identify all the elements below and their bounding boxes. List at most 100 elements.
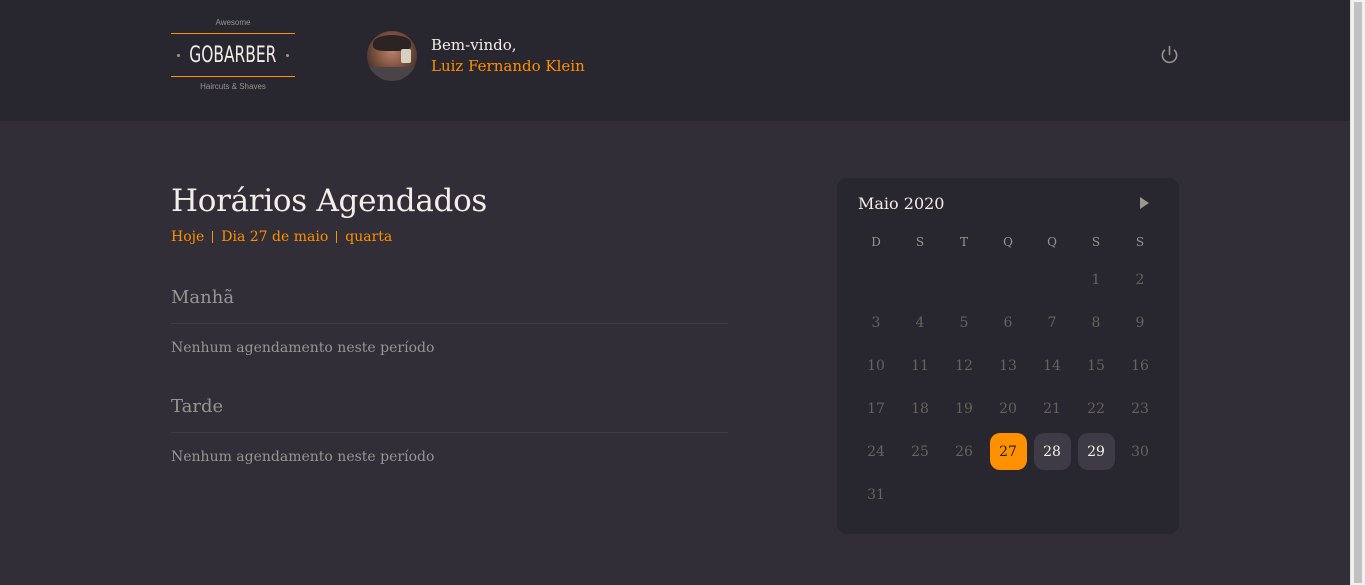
date-separator [336, 231, 338, 243]
power-icon[interactable] [1160, 45, 1179, 64]
welcome-text: Bem-vindo, [431, 36, 517, 54]
calendar-day-label: 7 [1047, 314, 1057, 331]
calendar-day[interactable]: 10 [854, 344, 898, 387]
calendar-day[interactable]: 3 [854, 301, 898, 344]
calendar-day[interactable]: 27 [986, 430, 1030, 473]
calendar-day[interactable]: 7 [1030, 301, 1074, 344]
calendar-day[interactable]: 20 [986, 387, 1030, 430]
calendar-empty-cell [1030, 473, 1074, 516]
logo-dot [286, 54, 289, 57]
calendar-empty [902, 476, 939, 513]
weekday-label: Q [1003, 235, 1013, 249]
avatar-shirt [367, 67, 417, 81]
weekday-label: S [1135, 235, 1145, 249]
calendar-month-label: Maio 2020 [858, 194, 945, 213]
calendar-empty-cell [942, 473, 986, 516]
calendar-day[interactable]: 6 [986, 301, 1030, 344]
calendar-day-label: 26 [955, 443, 973, 460]
calendar-day[interactable]: 23 [1118, 387, 1162, 430]
calendar-day-label: 8 [1091, 314, 1101, 331]
scrollbar[interactable] [1350, 0, 1365, 585]
calendar-day-label: 9 [1135, 314, 1145, 331]
calendar-day[interactable]: 8 [1074, 301, 1118, 344]
calendar-empty-cell [986, 473, 1030, 516]
calendar-empty-cell [1030, 258, 1074, 301]
calendar-empty [946, 261, 983, 298]
calendar-day[interactable]: 24 [854, 430, 898, 473]
calendar-day-label: 16 [1131, 357, 1149, 374]
calendar-day-label: 4 [915, 314, 925, 331]
calendar-week: 31 [854, 473, 1162, 516]
profile-link[interactable]: Luiz Fernando Klein [431, 56, 585, 77]
calendar-day[interactable]: 21 [1030, 387, 1074, 430]
calendar-weekdays: DSTQQSS [854, 235, 1162, 249]
calendar-empty [1034, 476, 1071, 513]
date-weekday: quarta [345, 229, 393, 245]
calendar-empty-cell [898, 473, 942, 516]
calendar-day-label: 5 [959, 314, 969, 331]
calendar-day-label: 1 [1091, 271, 1101, 288]
calendar-day-label: 27 [989, 433, 1027, 470]
calendar-header: Maio 2020 [858, 194, 1158, 214]
calendar-empty-cell [854, 258, 898, 301]
scrollbar-thumb[interactable] [1354, 2, 1362, 583]
calendar-week: 17 18 19 20 21 22 23 [854, 387, 1162, 430]
calendar-empty [990, 261, 1027, 298]
logo-brand-frame: GOBARBER [171, 33, 295, 77]
weekday-label: S [1091, 235, 1101, 249]
calendar-day[interactable]: 29 [1074, 430, 1118, 473]
page-title: Horários Agendados [171, 183, 488, 219]
calendar-day-label: 3 [871, 314, 881, 331]
date-today: Hoje [171, 229, 205, 245]
calendar-day[interactable]: 22 [1074, 387, 1118, 430]
calendar-empty [1078, 476, 1115, 513]
calendar-grid: 1 2 3 4 5 6 7 8 9 10 11 12 13 14 15 16 17 18 19 20 21 22 23 24 2… [854, 258, 1162, 516]
calendar-day[interactable]: 13 [986, 344, 1030, 387]
chevron-right-icon[interactable] [1140, 197, 1149, 209]
calendar-day-label: 31 [867, 486, 885, 503]
calendar-day-label: 24 [867, 443, 885, 460]
calendar-empty [990, 476, 1027, 513]
header: Awesome GOBARBER Haircuts & Shaves Bem-v… [0, 0, 1350, 121]
afternoon-title: Tarde [171, 397, 728, 433]
calendar-day[interactable]: 11 [898, 344, 942, 387]
calendar-day[interactable]: 30 [1118, 430, 1162, 473]
user-profile[interactable]: Bem-vindo, Luiz Fernando Klein [367, 31, 585, 81]
schedule: Horários Agendados Hoje Dia 27 de maio q… [171, 180, 728, 466]
calendar-day-label: 15 [1087, 357, 1105, 374]
weekday-label: S [915, 235, 925, 249]
calendar-day[interactable]: 5 [942, 301, 986, 344]
calendar-empty [902, 261, 939, 298]
calendar-empty-cell [898, 258, 942, 301]
calendar-day[interactable]: 16 [1118, 344, 1162, 387]
avatar[interactable] [367, 31, 417, 81]
calendar-empty [946, 476, 983, 513]
calendar-day[interactable]: 28 [1030, 430, 1074, 473]
calendar-day-label: 23 [1131, 400, 1149, 417]
calendar-day[interactable]: 26 [942, 430, 986, 473]
calendar-day-label: 22 [1087, 400, 1105, 417]
logo-brand: GOBARBER [189, 43, 277, 68]
calendar-empty [1122, 476, 1159, 513]
morning-empty-text: Nenhum agendamento neste período [171, 340, 435, 356]
calendar-day[interactable]: 12 [942, 344, 986, 387]
calendar-empty-cell [986, 258, 1030, 301]
date-separator [212, 231, 214, 243]
calendar-day-label: 18 [911, 400, 929, 417]
calendar-day[interactable]: 14 [1030, 344, 1074, 387]
calendar-day[interactable]: 19 [942, 387, 986, 430]
calendar-day[interactable]: 1 [1074, 258, 1118, 301]
calendar: Maio 2020 DSTQQSS 1 2 3 4 5 6 7 8 9 10 11 12 13 14 15 1… [837, 178, 1179, 534]
calendar-week: 24 25 26 27 28 29 30 [854, 430, 1162, 473]
calendar-day[interactable]: 31 [854, 473, 898, 516]
calendar-day[interactable]: 9 [1118, 301, 1162, 344]
afternoon-empty-text: Nenhum agendamento neste período [171, 449, 435, 465]
calendar-day[interactable]: 4 [898, 301, 942, 344]
calendar-week: 12 [854, 258, 1162, 301]
calendar-day[interactable]: 2 [1118, 258, 1162, 301]
calendar-day[interactable]: 25 [898, 430, 942, 473]
calendar-day[interactable]: 17 [854, 387, 898, 430]
calendar-empty-cell [942, 258, 986, 301]
calendar-day[interactable]: 18 [898, 387, 942, 430]
calendar-day[interactable]: 15 [1074, 344, 1118, 387]
